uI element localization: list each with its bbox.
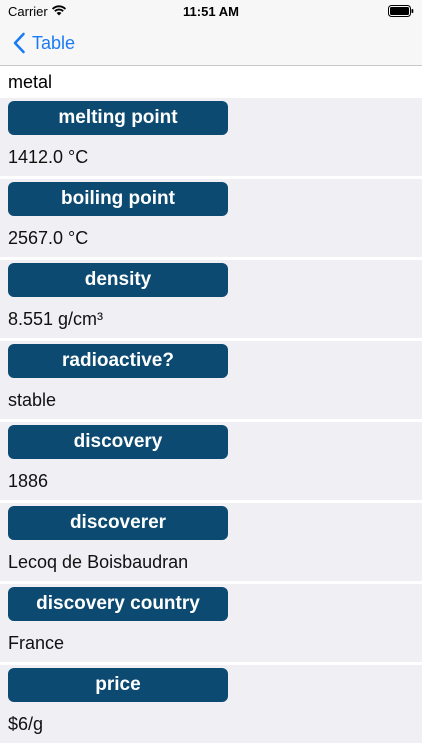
property-label: discoverer <box>8 506 228 540</box>
property-label: melting point <box>8 101 228 135</box>
property-value: 2567.0 °C <box>8 227 89 248</box>
property-section-price: price $6/g <box>0 665 422 743</box>
category-value: metal <box>0 66 422 98</box>
navigation-bar: Table <box>0 22 422 66</box>
battery-icon <box>388 5 414 17</box>
property-label: density <box>8 263 228 297</box>
property-label: price <box>8 668 228 702</box>
property-value: 1886 <box>8 470 49 491</box>
back-button[interactable]: Table <box>12 32 75 54</box>
property-section-melting-point: melting point 1412.0 °C <box>0 98 422 176</box>
property-label: discovery <box>8 425 228 459</box>
property-value: $6/g <box>8 713 44 734</box>
property-value: Lecoq de Boisbaudran <box>8 551 189 572</box>
property-value: stable <box>8 389 57 410</box>
property-value: France <box>8 632 65 653</box>
property-label: discovery country <box>8 587 228 621</box>
property-section-density: density 8.551 g/cm³ <box>0 260 422 338</box>
back-label: Table <box>32 32 76 53</box>
property-section-boiling-point: boiling point 2567.0 °C <box>0 179 422 257</box>
property-section-discovery: discovery 1886 <box>0 422 422 500</box>
property-value: 1412.0 °C <box>8 146 89 167</box>
property-section-discoverer: discoverer Lecoq de Boisbaudran <box>0 503 422 581</box>
status-bar: Carrier 11:51 AM <box>0 0 422 22</box>
element-details: metal melting point 1412.0 °C boiling po… <box>0 66 422 743</box>
property-section-radioactive: radioactive? stable <box>0 341 422 419</box>
property-label: radioactive? <box>8 344 228 378</box>
clock: 11:51 AM <box>183 4 239 19</box>
property-section-discovery-country: discovery country France <box>0 584 422 662</box>
property-value: 8.551 g/cm³ <box>8 308 104 329</box>
chevron-left-icon <box>13 32 25 54</box>
property-label: boiling point <box>8 182 228 216</box>
